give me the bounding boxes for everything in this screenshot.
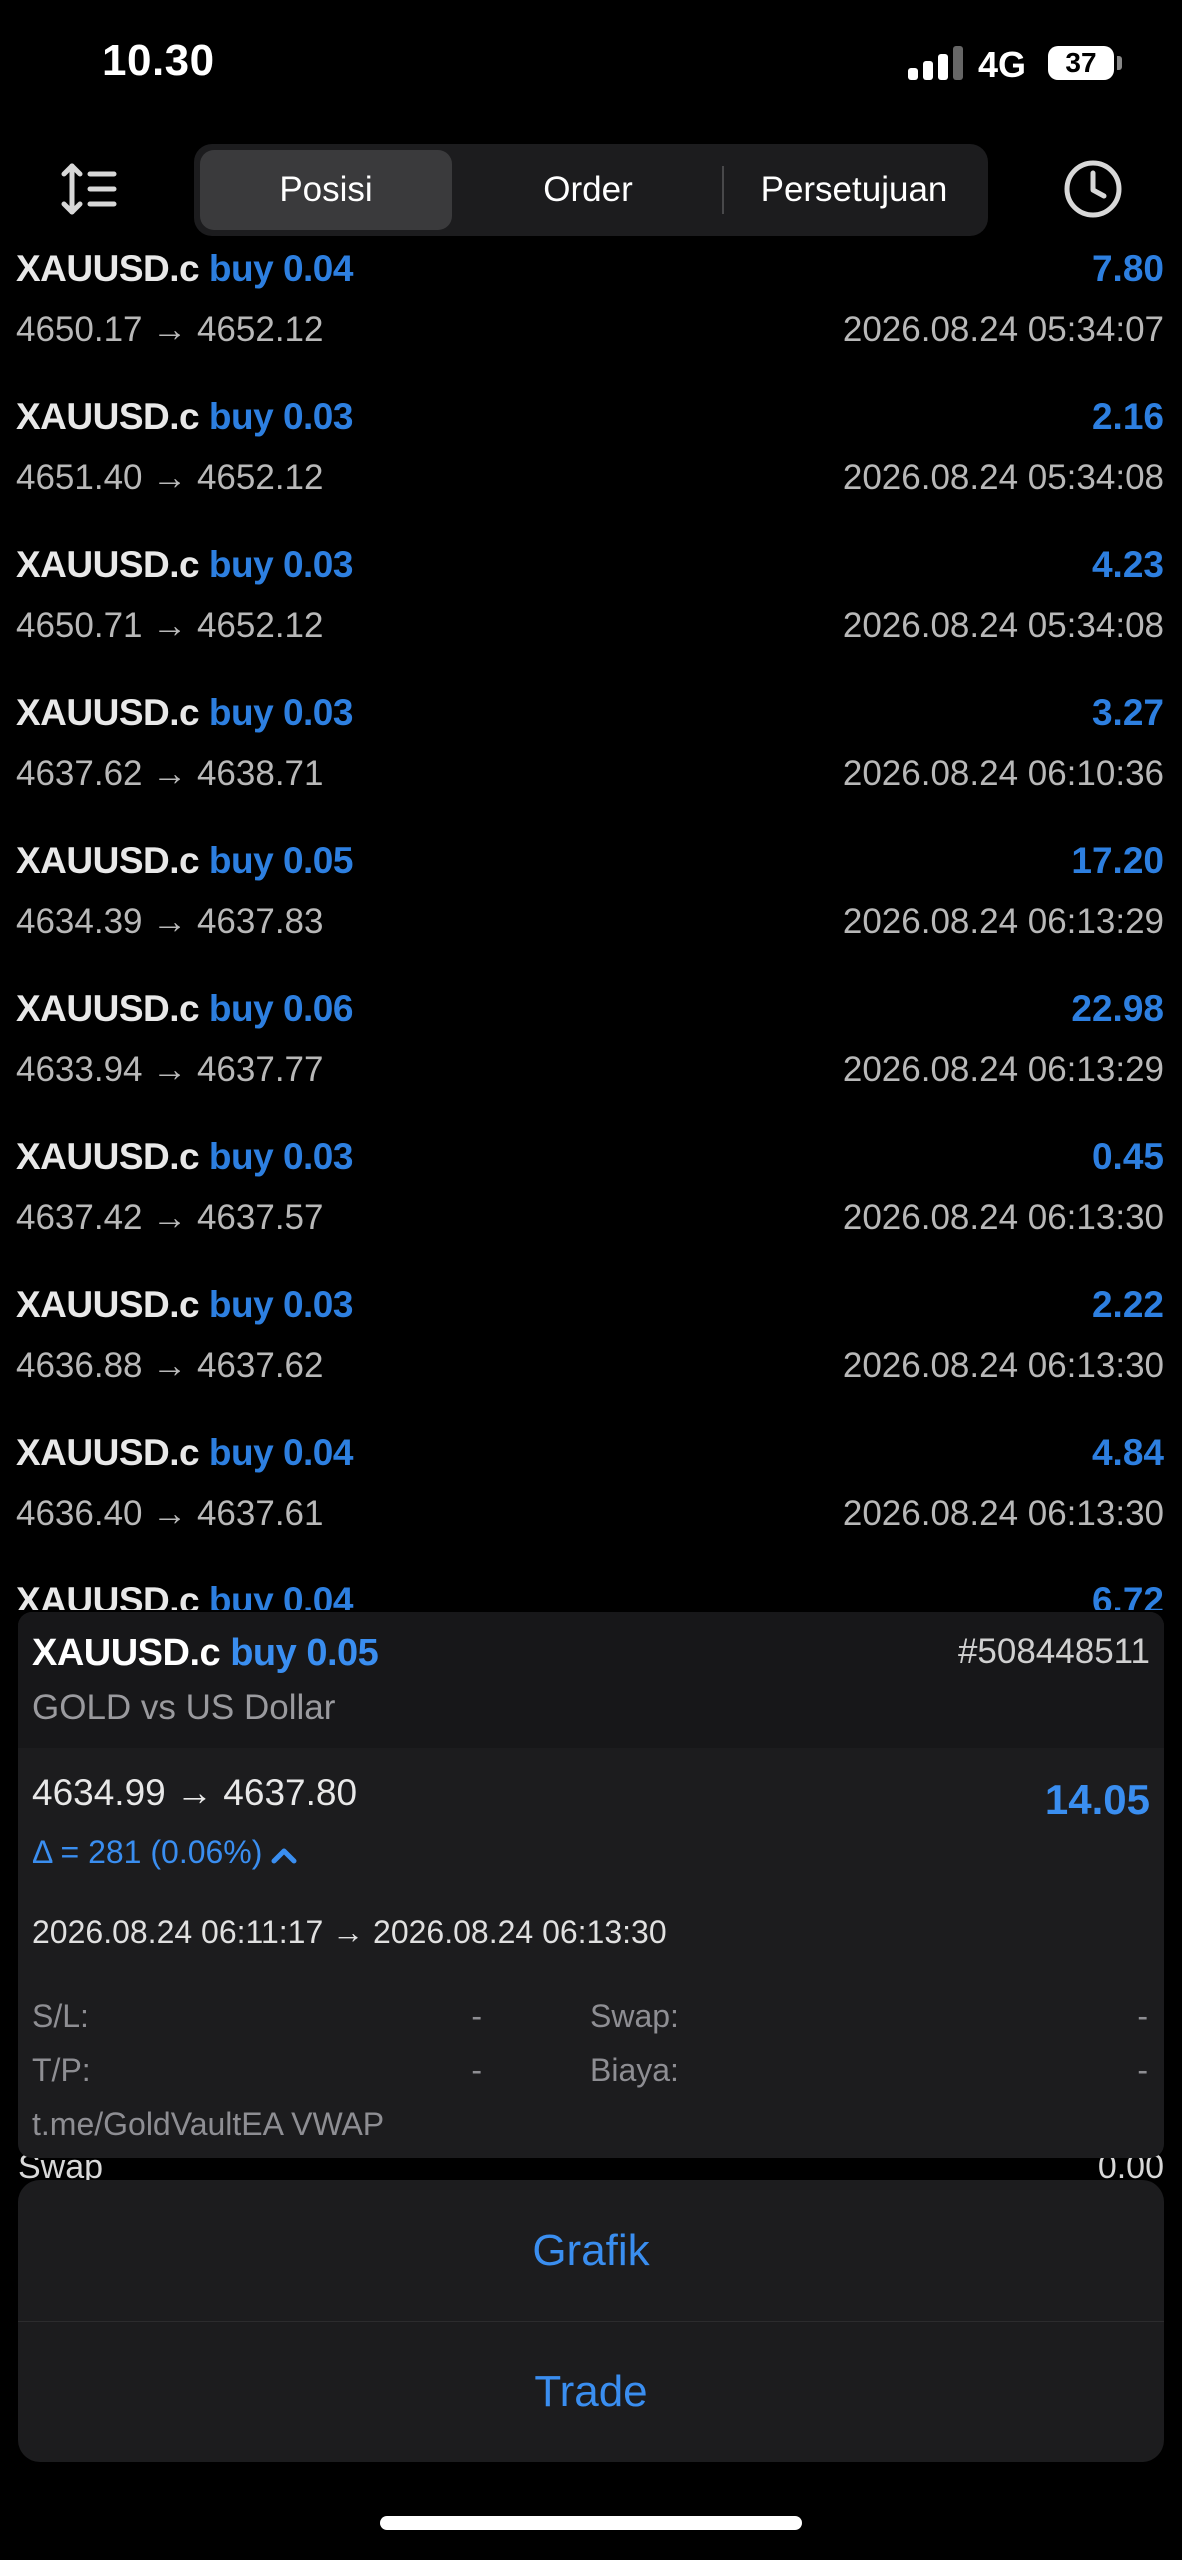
position-direction: buy 0.04 bbox=[208, 248, 354, 289]
detail-delta-toggle[interactable]: Δ = 281 (0.06%) bbox=[32, 1834, 298, 1871]
position-direction: buy 0.03 bbox=[208, 1136, 354, 1177]
battery-tip bbox=[1117, 56, 1122, 70]
action-sheet: Grafik Trade bbox=[18, 2180, 1164, 2462]
signal-icon bbox=[908, 46, 964, 80]
position-prices: 4633.94 → 4637.77 bbox=[16, 1050, 324, 1089]
sort-icon[interactable] bbox=[60, 160, 120, 220]
position-prices: 4650.17 → 4652.12 bbox=[16, 310, 324, 349]
position-row[interactable]: XAUUSD.c buy 0.03 2.16 4651.40 → 4652.12… bbox=[0, 396, 1182, 544]
position-row[interactable]: XAUUSD.c buy 0.06 22.98 4633.94 → 4637.7… bbox=[0, 988, 1182, 1136]
position-profit: 17.20 bbox=[1071, 840, 1164, 881]
chart-button[interactable]: Grafik bbox=[18, 2180, 1164, 2321]
position-symbol: XAUUSD.c bbox=[16, 1580, 200, 1610]
fee-value: - bbox=[1137, 2052, 1148, 2088]
detail-comment: t.me/GoldVaultEA VWAP bbox=[32, 2106, 385, 2142]
position-row[interactable]: XAUUSD.c buy 0.04 4.84 4636.40 → 4637.61… bbox=[0, 1432, 1182, 1580]
position-direction: buy 0.04 bbox=[208, 1432, 354, 1473]
position-direction: buy 0.03 bbox=[208, 692, 354, 733]
position-profit: 2.22 bbox=[1091, 1284, 1164, 1325]
position-profit: 3.27 bbox=[1091, 692, 1164, 733]
detail-ticket: #508448511 bbox=[957, 1632, 1150, 1671]
detail-delta: Δ = 281 (0.06%) bbox=[32, 1834, 263, 1870]
detail-symbol: XAUUSD.c bbox=[32, 1632, 221, 1674]
tab-persetujuan[interactable]: Persetujuan bbox=[726, 150, 982, 230]
position-row[interactable]: XAUUSD.c buy 0.04 7.80 4650.17 → 4652.12… bbox=[0, 248, 1182, 396]
position-symbol: XAUUSD.c bbox=[16, 692, 200, 733]
status-bar: 10.30 4G 37 bbox=[0, 0, 1182, 130]
swap-label: Swap: bbox=[590, 1998, 679, 2034]
sl-label: S/L: bbox=[32, 1998, 89, 2034]
position-direction: buy 0.03 bbox=[208, 396, 354, 437]
detail-direction: buy 0.05 bbox=[230, 1632, 379, 1674]
position-row[interactable]: XAUUSD.c buy 0.03 4.23 4650.71 → 4652.12… bbox=[0, 544, 1182, 692]
position-time: 2026.08.24 06:13:29 bbox=[842, 902, 1164, 941]
position-prices: 4650.71 → 4652.12 bbox=[16, 606, 324, 645]
status-time: 10.30 bbox=[102, 36, 215, 85]
trade-button[interactable]: Trade bbox=[18, 2321, 1164, 2462]
position-prices: 4651.40 → 4652.12 bbox=[16, 458, 324, 497]
tab-bar: Posisi Order Persetujuan bbox=[194, 144, 988, 236]
position-symbol: XAUUSD.c bbox=[16, 1284, 200, 1325]
tp-label: T/P: bbox=[32, 2052, 91, 2088]
position-time: 2026.08.24 06:13:29 bbox=[842, 1050, 1164, 1089]
network-type: 4G bbox=[978, 44, 1027, 85]
position-direction: buy 0.05 bbox=[208, 840, 354, 881]
tab-posisi[interactable]: Posisi bbox=[200, 150, 452, 230]
position-time: 2026.08.24 06:13:30 bbox=[842, 1346, 1164, 1385]
position-direction: buy 0.03 bbox=[208, 1284, 354, 1325]
position-profit: 2.16 bbox=[1091, 396, 1164, 437]
position-symbol: XAUUSD.c bbox=[16, 396, 200, 437]
position-prices: 4636.40 → 4637.61 bbox=[16, 1494, 324, 1533]
detail-description: GOLD vs US Dollar bbox=[32, 1688, 336, 1727]
position-detail-card: XAUUSD.c buy 0.05 #508448511 GOLD vs US … bbox=[18, 1612, 1164, 2158]
position-row[interactable]: XAUUSD.c buy 0.03 3.27 4637.62 → 4638.71… bbox=[0, 692, 1182, 840]
position-time: 2026.08.24 05:34:08 bbox=[842, 606, 1164, 645]
position-symbol: XAUUSD.c bbox=[16, 544, 200, 585]
position-prices: 4637.62 → 4638.71 bbox=[16, 754, 324, 793]
position-symbol: XAUUSD.c bbox=[16, 248, 200, 289]
position-direction: buy 0.04 bbox=[208, 1580, 354, 1610]
position-symbol: XAUUSD.c bbox=[16, 988, 200, 1029]
position-row[interactable]: XAUUSD.c buy 0.03 2.22 4636.88 → 4637.62… bbox=[0, 1284, 1182, 1432]
battery-icon: 37 bbox=[1048, 46, 1114, 80]
position-time: 2026.08.24 06:13:30 bbox=[842, 1198, 1164, 1237]
position-profit: 7.80 bbox=[1091, 248, 1164, 289]
detail-prices: 4634.99 → 4637.80 bbox=[32, 1772, 358, 1813]
position-row[interactable]: XAUUSD.c buy 0.04 6.72 bbox=[0, 1580, 1182, 1610]
position-profit: 6.72 bbox=[1091, 1580, 1164, 1610]
position-symbol: XAUUSD.c bbox=[16, 1432, 200, 1473]
position-direction: buy 0.03 bbox=[208, 544, 354, 585]
position-row[interactable]: XAUUSD.c buy 0.05 17.20 4634.39 → 4637.8… bbox=[0, 840, 1182, 988]
chevron-up-icon bbox=[271, 1848, 297, 1864]
tab-divider bbox=[722, 166, 724, 214]
position-prices: 4636.88 → 4637.62 bbox=[16, 1346, 324, 1385]
position-symbol: XAUUSD.c bbox=[16, 1136, 200, 1177]
position-prices: 4637.42 → 4637.57 bbox=[16, 1198, 324, 1237]
home-indicator[interactable] bbox=[380, 2516, 802, 2530]
sl-value: - bbox=[471, 1998, 482, 2034]
position-symbol: XAUUSD.c bbox=[16, 840, 200, 881]
fee-label: Biaya: bbox=[590, 2052, 679, 2088]
history-clock-icon[interactable] bbox=[1062, 158, 1124, 220]
position-profit: 0.45 bbox=[1091, 1136, 1164, 1177]
positions-list[interactable]: XAUUSD.c buy 0.04 7.80 4650.17 → 4652.12… bbox=[0, 248, 1182, 1610]
tab-order[interactable]: Order bbox=[456, 150, 720, 230]
position-profit: 22.98 bbox=[1071, 988, 1164, 1029]
position-time: 2026.08.24 05:34:08 bbox=[842, 458, 1164, 497]
position-prices: 4634.39 → 4637.83 bbox=[16, 902, 324, 941]
detail-header: XAUUSD.c buy 0.05 #508448511 GOLD vs US … bbox=[18, 1612, 1164, 1748]
tp-value: - bbox=[471, 2052, 482, 2088]
position-profit: 4.23 bbox=[1091, 544, 1164, 585]
position-time: 2026.08.24 06:13:30 bbox=[842, 1494, 1164, 1533]
position-direction: buy 0.06 bbox=[208, 988, 354, 1029]
position-profit: 4.84 bbox=[1091, 1432, 1164, 1473]
swap-value: - bbox=[1137, 1998, 1148, 2034]
position-row[interactable]: XAUUSD.c buy 0.03 0.45 4637.42 → 4637.57… bbox=[0, 1136, 1182, 1284]
detail-times: 2026.08.24 06:11:17 → 2026.08.24 06:13:3… bbox=[32, 1914, 667, 1950]
detail-profit: 14.05 bbox=[1044, 1776, 1150, 1823]
position-time: 2026.08.24 05:34:07 bbox=[842, 310, 1164, 349]
position-time: 2026.08.24 06:10:36 bbox=[842, 754, 1164, 793]
